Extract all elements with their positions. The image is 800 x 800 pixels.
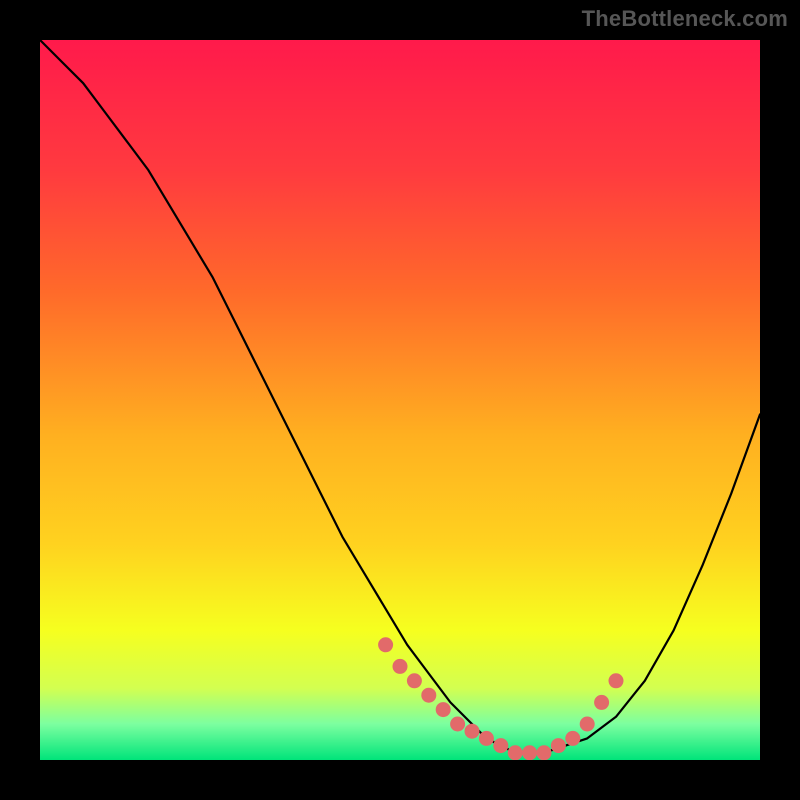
highlight-marker bbox=[565, 731, 580, 746]
highlight-marker bbox=[522, 745, 537, 760]
highlight-marker bbox=[393, 659, 408, 674]
highlight-marker bbox=[479, 731, 494, 746]
highlight-marker bbox=[436, 702, 451, 717]
highlight-marker bbox=[407, 673, 422, 688]
highlight-marker bbox=[609, 673, 624, 688]
watermark-text: TheBottleneck.com bbox=[582, 6, 788, 32]
gradient-background bbox=[40, 40, 760, 760]
highlight-marker bbox=[594, 695, 609, 710]
highlight-marker bbox=[580, 717, 595, 732]
highlight-marker bbox=[508, 745, 523, 760]
chart-area bbox=[40, 40, 760, 760]
highlight-marker bbox=[421, 688, 436, 703]
highlight-marker bbox=[537, 745, 552, 760]
highlight-marker bbox=[450, 717, 465, 732]
highlight-marker bbox=[465, 724, 480, 739]
highlight-marker bbox=[378, 637, 393, 652]
highlight-marker bbox=[551, 738, 566, 753]
bottleneck-chart-svg bbox=[40, 40, 760, 760]
highlight-marker bbox=[493, 738, 508, 753]
